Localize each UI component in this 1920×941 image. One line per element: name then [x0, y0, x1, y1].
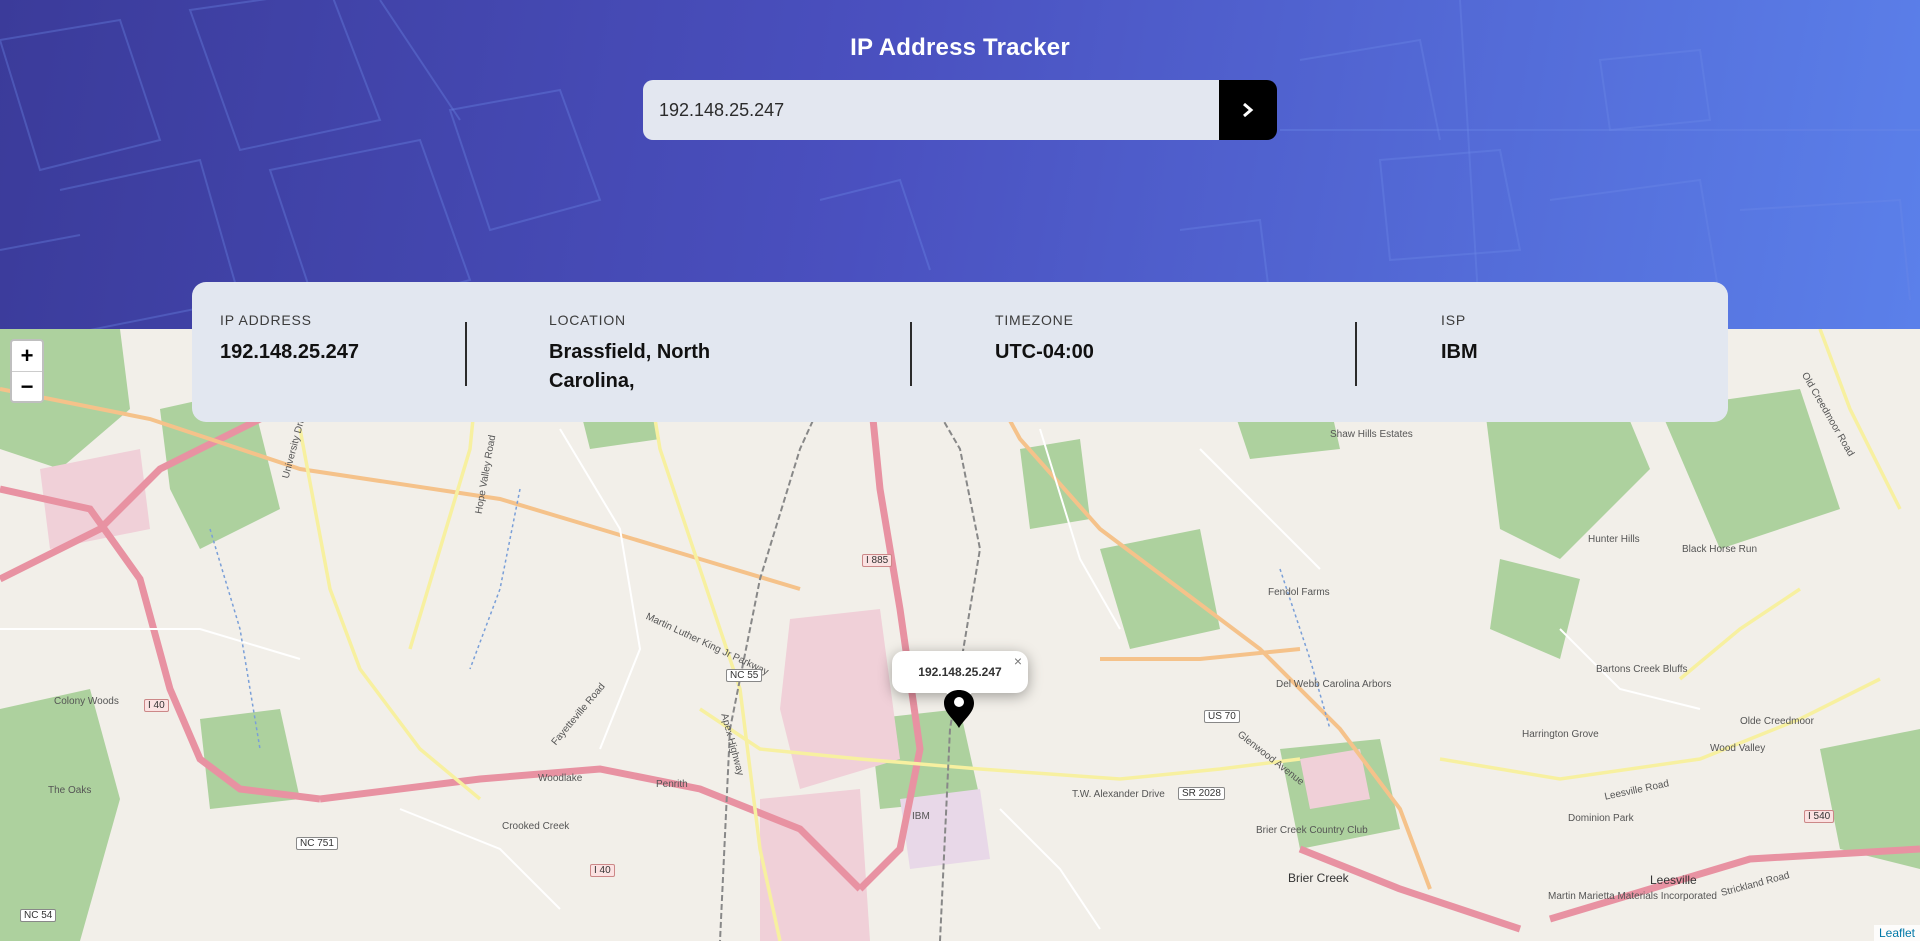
location-value-line1: Brassfield, North: [549, 341, 711, 363]
ip-address-label: IP ADDRESS: [220, 312, 312, 328]
ip-address-section: IP ADDRESS 192.148.25.247: [192, 312, 466, 422]
location-section: LOCATION Brassfield, North Carolina,: [521, 312, 967, 422]
map-label: Hunter Hills: [1588, 534, 1640, 545]
location-value-line2: Carolina,: [549, 370, 635, 392]
isp-value: IBM: [1441, 341, 1478, 363]
map-label: Crooked Creek: [502, 821, 570, 832]
leaflet-attribution-link[interactable]: Leaflet: [1879, 926, 1915, 940]
route-shield: NC 54: [20, 909, 57, 922]
divider: [1355, 322, 1357, 386]
map-label: Penrith: [656, 779, 688, 790]
timezone-label: TIMEZONE: [995, 312, 1074, 328]
route-shield: US 70: [1204, 710, 1240, 723]
map-label: Wood Valley: [1710, 743, 1766, 754]
route-shield: NC 55: [726, 669, 763, 682]
map-label: IBM: [912, 811, 930, 822]
route-shield: I 40: [144, 699, 169, 712]
map-label: Dominion Park: [1568, 813, 1634, 824]
popup-ip-text: 192.148.25.247: [918, 665, 1002, 679]
route-shield: I 885: [862, 554, 893, 567]
route-shield: I 40: [590, 864, 615, 877]
map-label: T.W. Alexander Drive: [1072, 789, 1165, 800]
map-label: Fendol Farms: [1268, 587, 1330, 598]
search-bar: [643, 80, 1277, 140]
isp-label: ISP: [1441, 312, 1466, 328]
map-label: Black Horse Run: [1682, 544, 1758, 555]
map-label: Brier Creek: [1288, 871, 1349, 885]
map-label: Shaw Hills Estates: [1330, 429, 1413, 440]
map-label: Martin Marietta Materials Incorporated: [1548, 891, 1717, 902]
map-label: Del Webb Carolina Arbors: [1276, 679, 1392, 690]
timezone-value: UTC-04:00: [995, 341, 1094, 363]
zoom-in-button[interactable]: +: [12, 341, 42, 371]
route-shield: I 540: [1804, 810, 1835, 823]
divider: [465, 322, 467, 386]
map-label: Harrington Grove: [1522, 729, 1599, 740]
route-shield: SR 2028: [1178, 787, 1225, 800]
popup-close-button[interactable]: ×: [1014, 653, 1022, 669]
map-attribution[interactable]: Leaflet: [1873, 925, 1920, 941]
map-label: Leesville: [1650, 873, 1697, 887]
info-panel: IP ADDRESS 192.148.25.247 LOCATION Brass…: [192, 282, 1728, 422]
map-label: Bartons Creek Bluffs: [1596, 664, 1688, 675]
location-popup: 192.148.25.247 ×: [892, 651, 1028, 706]
isp-section: ISP IBM: [1413, 312, 1713, 422]
ip-search-input[interactable]: [643, 80, 1219, 140]
map-label: Colony Woods: [54, 696, 119, 707]
timezone-section: TIMEZONE UTC-04:00: [967, 312, 1413, 422]
map-label: Woodlake: [538, 773, 583, 784]
page-title: IP Address Tracker: [850, 34, 1070, 61]
location-label: LOCATION: [549, 312, 626, 328]
divider: [910, 322, 912, 386]
zoom-out-button[interactable]: −: [12, 371, 42, 401]
map-label: The Oaks: [48, 785, 92, 796]
zoom-controls: + −: [10, 339, 44, 403]
header: IP Address Tracker: [0, 0, 1920, 329]
map-label: Brier Creek Country Club: [1256, 825, 1368, 836]
search-submit-button[interactable]: [1219, 80, 1277, 140]
route-shield: NC 751: [296, 837, 338, 850]
location-marker-icon[interactable]: [942, 689, 976, 729]
chevron-right-icon: [1243, 103, 1254, 117]
ip-address-value: 192.148.25.247: [220, 341, 360, 363]
map-label: Olde Creedmoor: [1740, 716, 1814, 727]
